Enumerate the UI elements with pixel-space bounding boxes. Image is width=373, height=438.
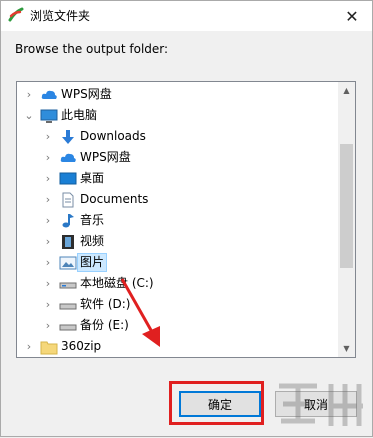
tree-item-label: WPS网盘 — [80, 150, 131, 164]
tree-item-drive-e[interactable]: › 备份 (E:) — [42, 315, 355, 336]
drive-icon — [59, 282, 77, 288]
tree-item-wps-cloud[interactable]: › WPS网盘 — [23, 84, 345, 105]
app-logo-icon — [8, 7, 24, 22]
chevron-right-icon[interactable]: › — [42, 298, 54, 311]
title-bar: 浏览文件夹 ✕ — [1, 1, 372, 31]
tree-item-label: 备份 (E:) — [80, 318, 129, 332]
vertical-scrollbar[interactable]: ▲ ▼ — [338, 82, 355, 357]
tree-item-label: 视频 — [80, 234, 105, 248]
tree-item-wps-cloud-2[interactable]: › WPS网盘 — [42, 147, 355, 168]
tree-item-drive-c[interactable]: › 本地磁盘 (C:) — [42, 273, 355, 294]
tree-item-label: WPS网盘 — [61, 87, 112, 101]
scroll-down-arrow-icon[interactable]: ▼ — [338, 340, 355, 357]
watermark-logo-icon — [279, 383, 363, 426]
tree-item-videos[interactable]: › 视频 — [42, 231, 355, 252]
cloud-icon — [60, 153, 76, 162]
scroll-up-arrow-icon[interactable]: ▲ — [338, 82, 355, 99]
tree-item-drive-d[interactable]: › 软件 (D:) — [42, 294, 355, 315]
tree-item-this-pc[interactable]: ⌄ 此电脑 — [23, 105, 345, 126]
computer-icon — [40, 109, 58, 123]
tree-item-label: 360zip — [61, 339, 102, 353]
download-arrow-icon — [62, 129, 74, 144]
film-icon — [62, 234, 74, 249]
browse-folder-dialog: 浏览文件夹 ✕ Browse the output folder: › WPS网… — [0, 0, 373, 437]
instruction-text: Browse the output folder: — [15, 42, 169, 56]
chevron-down-icon[interactable]: ⌄ — [23, 109, 35, 122]
tree-item-desktop[interactable]: › 桌面 — [42, 168, 355, 189]
drive-icon — [59, 324, 77, 330]
tree-item-pictures[interactable]: › 图片 — [42, 252, 355, 273]
music-note-icon — [62, 213, 74, 227]
tree-item-music[interactable]: › 音乐 — [42, 210, 355, 231]
tree-item-label: 此电脑 — [61, 108, 98, 122]
document-icon — [62, 192, 74, 207]
tree-item-label: 图片 — [77, 253, 108, 272]
tree-item-label: 桌面 — [80, 171, 105, 185]
tree-item-label: 软件 (D:) — [80, 297, 131, 311]
tree-item-label: 音乐 — [80, 213, 105, 227]
chevron-right-icon[interactable]: › — [42, 151, 54, 164]
chevron-right-icon[interactable]: › — [42, 214, 54, 227]
folder-tree[interactable]: › WPS网盘 ⌄ 此电脑 › Downloads › WPS网盘 › 桌面 ›… — [16, 81, 356, 358]
chevron-right-icon[interactable]: › — [42, 235, 54, 248]
tree-item-label: Documents — [80, 192, 149, 206]
chevron-right-icon[interactable]: › — [23, 340, 35, 353]
tree-item-360zip[interactable]: › 360zip — [23, 336, 345, 357]
chevron-right-icon[interactable]: › — [42, 193, 54, 206]
folder-icon — [40, 341, 58, 354]
desktop-icon — [59, 172, 77, 184]
drive-icon — [59, 303, 77, 309]
chevron-right-icon[interactable]: › — [42, 130, 54, 143]
close-button[interactable]: ✕ — [332, 1, 372, 31]
tree-item-documents[interactable]: › Documents — [42, 189, 355, 210]
close-icon: ✕ — [345, 6, 359, 26]
highlight-box — [169, 381, 264, 425]
tree-item-label: Downloads — [80, 129, 146, 143]
chevron-right-icon[interactable]: › — [23, 88, 35, 101]
chevron-right-icon[interactable]: › — [42, 172, 54, 185]
cloud-icon — [41, 90, 57, 99]
picture-icon — [59, 256, 77, 269]
chevron-right-icon[interactable]: › — [42, 319, 54, 332]
tree-item-label: 本地磁盘 (C:) — [80, 276, 154, 290]
window-title: 浏览文件夹 — [30, 9, 91, 23]
chevron-right-icon[interactable]: › — [42, 256, 54, 269]
tree-item-downloads[interactable]: › Downloads — [42, 126, 355, 147]
scrollbar-thumb[interactable] — [340, 144, 353, 268]
chevron-right-icon[interactable]: › — [42, 277, 54, 290]
